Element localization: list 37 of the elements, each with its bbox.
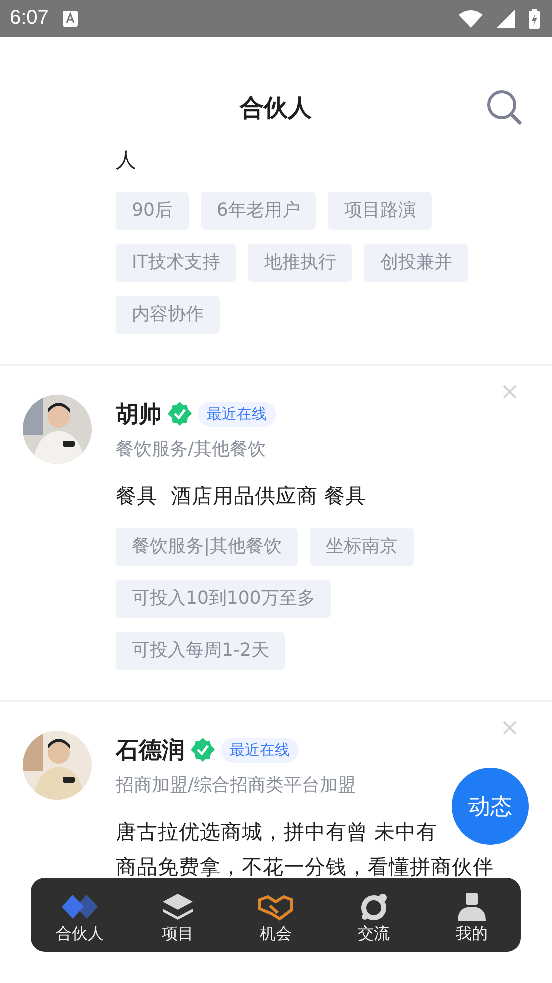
industry-text: 餐饮服务/其他餐饮 <box>116 438 268 461</box>
tag: IT技术支持 <box>116 244 236 282</box>
tag: 90后 <box>116 192 189 230</box>
user-name: 胡帅 <box>116 400 162 430</box>
online-status: 最近在线 <box>221 738 299 762</box>
signal-icon <box>497 10 515 28</box>
tag: 坐标南京 <box>310 528 414 566</box>
description-line: 餐具 酒店用品供应商 餐具 <box>116 483 367 510</box>
tag: 创投兼并 <box>364 244 468 282</box>
nav-tab[interactable]: 机会 <box>227 878 325 952</box>
industry-text: 招商加盟/综合招商类平台加盟 <box>116 774 358 797</box>
close-icon[interactable] <box>502 384 518 400</box>
online-status: 最近在线 <box>198 402 276 426</box>
description-line: 商品免费拿，不花一分钱，看懂拼商伙伴 <box>116 854 494 881</box>
nav-tab[interactable]: 交流 <box>325 878 423 952</box>
battery-icon <box>529 8 540 28</box>
description-line: 唐古拉优选商城，拼中有曾 未中有 <box>116 819 438 846</box>
page-title: 合伙人 <box>240 93 312 124</box>
close-icon[interactable] <box>502 720 518 736</box>
tag: 项目路演 <box>328 192 432 230</box>
tag: 内容协作 <box>116 296 220 334</box>
layers-icon <box>160 892 196 922</box>
tag: 6年老用户 <box>200 192 316 230</box>
wifi-icon <box>459 10 483 28</box>
keyboard-icon <box>62 10 78 26</box>
nav-tab[interactable]: 项目 <box>129 878 227 952</box>
search-icon[interactable] <box>486 89 524 127</box>
description-line: 人 <box>116 147 137 174</box>
tag: 餐饮服务|其他餐饮 <box>116 528 298 566</box>
user-name: 石德润 <box>116 736 185 766</box>
tag: 可投入每周1-2天 <box>116 632 286 670</box>
nav-tab[interactable]: 我的 <box>423 878 521 952</box>
status-time: 6:07 <box>10 7 49 30</box>
tag: 可投入10到100万至多 <box>116 580 332 618</box>
nav-tab[interactable]: 合伙人 <box>31 878 129 952</box>
moments-button[interactable]: 动态 <box>452 768 529 845</box>
tag: 地推执行 <box>248 244 352 282</box>
